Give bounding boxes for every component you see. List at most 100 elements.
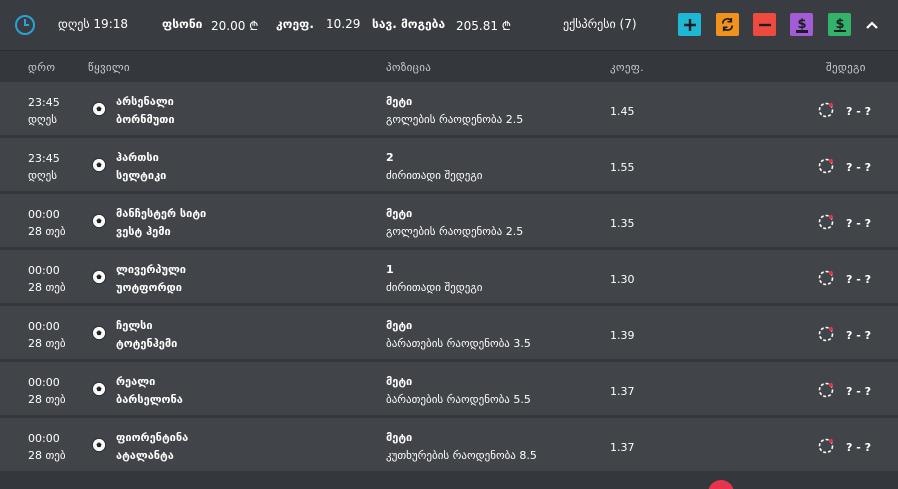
header-time: დღეს 19:18 [58, 17, 129, 31]
bet-market: ბარათების რაოდენობა 3.5 [386, 337, 531, 350]
match-day: 28 თებ [28, 337, 66, 350]
add-button[interactable] [678, 13, 701, 36]
bet-row[interactable]: 23:45 დღეს არსენალი ბორნმუთი მეტი გოლები… [0, 82, 898, 135]
home-team: ჩელსი [116, 319, 153, 332]
home-team: არსენალი [116, 95, 174, 108]
possible-win-label: სავ. მოგება [372, 17, 446, 31]
match-day: დღეს [28, 169, 57, 182]
match-time: 23:45 [28, 152, 60, 165]
bet-market: კუთხურების რაოდენობა 8.5 [386, 449, 537, 462]
match-day: 28 თებ [28, 449, 66, 462]
bet-row[interactable]: 00:00 28 თებ ჩელსი ტოტენჰემი მეტი ბარათე… [0, 306, 898, 359]
bet-selection: მეტი [386, 319, 413, 332]
match-score: ? - ? [846, 385, 871, 398]
match-score: ? - ? [846, 105, 871, 118]
away-team: ბორნმუთი [116, 113, 175, 126]
svg-text:$: $ [797, 17, 806, 32]
possible-win-value: 205.81 ₾ [456, 19, 512, 33]
pending-status-icon [818, 438, 834, 454]
pending-status-icon [818, 214, 834, 230]
bet-selection: მეტი [386, 375, 413, 388]
bet-odd: 1.35 [610, 217, 635, 230]
bet-selection: მეტი [386, 207, 413, 220]
bet-selection: მეტი [386, 95, 413, 108]
match-time: 00:00 [28, 208, 60, 221]
bet-row[interactable]: 00:00 28 თებ მანჩესტერ სიტი ვესტ ჰემი მე… [0, 194, 898, 247]
express-label[interactable]: ექსპრესი (7) [563, 17, 637, 31]
plus-icon [683, 18, 696, 31]
bet-market: გოლების რაოდენობა 2.5 [386, 225, 524, 238]
bet-odd: 1.55 [610, 161, 635, 174]
match-time: 23:45 [28, 96, 60, 109]
bet-selection: 2 [386, 151, 394, 164]
match-day: 28 თებ [28, 225, 66, 238]
column-position: პოზიცია [386, 61, 432, 74]
bet-odd: 1.39 [610, 329, 635, 342]
match-score: ? - ? [846, 329, 871, 342]
dollar-icon: $ [833, 17, 846, 32]
svg-text:$: $ [835, 17, 844, 32]
stake-value: 20.00 ₾ [211, 19, 259, 33]
bet-market: ძირითადი შედეგი [386, 169, 483, 182]
soccer-ball-icon [92, 158, 106, 172]
column-pair: წყვილი [88, 61, 130, 74]
soccer-ball-icon [92, 270, 106, 284]
column-result: შედეგი [826, 61, 866, 74]
remove-button[interactable] [753, 13, 776, 36]
bet-row[interactable]: 23:45 დღეს ჰართსი სელტიკი 2 ძირითადი შედ… [0, 138, 898, 191]
column-headers: დრო წყვილი პოზიცია კოეფ. შედეგი [0, 52, 898, 82]
bet-odd: 1.45 [610, 105, 635, 118]
bet-row[interactable]: 00:00 28 თებ ფიორენტინა ატალანტა მეტი კუ… [0, 418, 898, 471]
match-time: 00:00 [28, 432, 60, 445]
pending-status-icon [818, 158, 834, 174]
bet-selection: 1 [386, 263, 394, 276]
away-team: სელტიკი [116, 169, 167, 182]
column-time: დრო [28, 61, 56, 74]
pending-status-icon [818, 326, 834, 342]
dollar-icon: $ [795, 17, 808, 33]
coef-value: 10.29 [326, 17, 361, 31]
soccer-ball-icon [92, 102, 106, 116]
betslip-header: დღეს 19:18 ფსონი 20.00 ₾ კოეფ. 10.29 სავ… [0, 0, 898, 51]
minus-icon [758, 23, 771, 26]
home-team: ჰართსი [116, 151, 159, 164]
bet-market: ბარათების რაოდენობა 5.5 [386, 393, 531, 406]
dollar-purple-button[interactable]: $ [790, 13, 813, 36]
match-day: 28 თებ [28, 393, 66, 406]
refresh-icon [721, 17, 734, 32]
bet-row[interactable]: 00:00 28 თებ ლივერპული უოტფორდი 1 ძირითა… [0, 250, 898, 303]
dollar-green-button[interactable]: $ [828, 13, 851, 36]
home-team: ფიორენტინა [116, 431, 189, 444]
bet-row[interactable]: 00:00 28 თებ რეალი ბარსელონა მეტი ბარათე… [0, 362, 898, 415]
match-score: ? - ? [846, 217, 871, 230]
bet-market: გოლების რაოდენობა 2.5 [386, 113, 524, 126]
soccer-ball-icon [92, 214, 106, 228]
home-team: ლივერპული [116, 263, 186, 276]
stake-label: ფსონი [162, 17, 203, 31]
chevron-up-icon [866, 21, 878, 29]
home-team: რეალი [116, 375, 156, 388]
soccer-ball-icon [92, 326, 106, 340]
match-time: 00:00 [28, 320, 60, 333]
match-day: დღეს [28, 113, 57, 126]
pending-status-icon [818, 270, 834, 286]
away-team: ვესტ ჰემი [116, 225, 171, 238]
match-score: ? - ? [846, 441, 871, 454]
away-team: ტოტენჰემი [116, 337, 178, 350]
bet-selection: მეტი [386, 431, 413, 444]
bet-odd: 1.30 [610, 273, 635, 286]
collapse-button[interactable] [862, 15, 882, 35]
away-team: უოტფორდი [116, 281, 182, 294]
match-day: 28 თებ [28, 281, 66, 294]
pending-status-icon [818, 102, 834, 118]
floating-action-button[interactable] [708, 480, 734, 489]
match-score: ? - ? [846, 161, 871, 174]
away-team: ბარსელონა [116, 393, 183, 406]
refresh-button[interactable] [716, 13, 739, 36]
bet-odd: 1.37 [610, 385, 635, 398]
clock-icon [15, 15, 35, 35]
column-coef: კოეფ. [610, 61, 644, 74]
bet-market: ძირითადი შედეგი [386, 281, 483, 294]
coef-label: კოეფ. [276, 17, 314, 31]
away-team: ატალანტა [116, 449, 174, 462]
